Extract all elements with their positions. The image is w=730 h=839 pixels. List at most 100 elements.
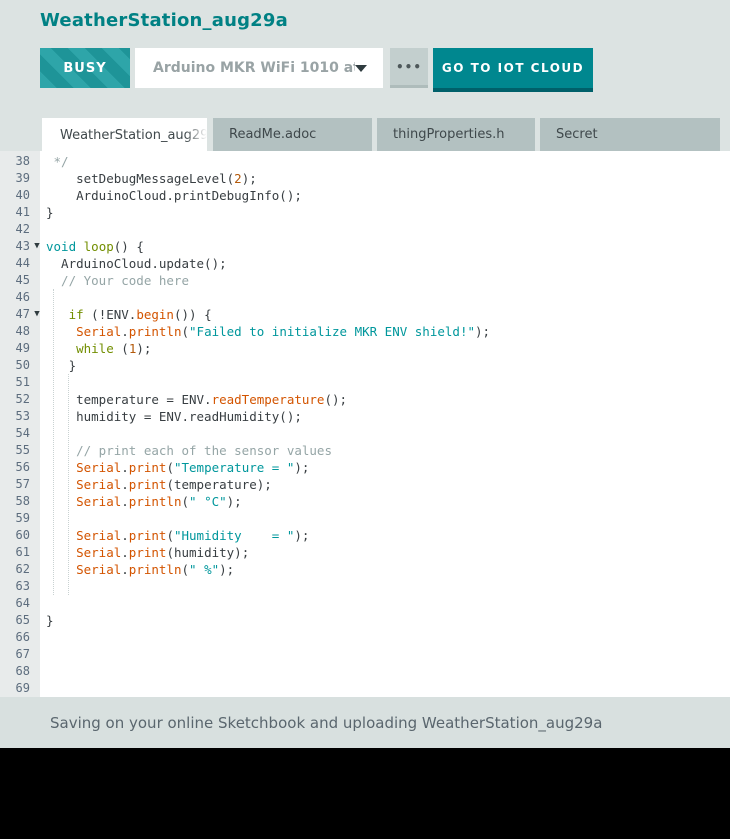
tab-label: thingProperties.h <box>377 127 505 142</box>
code-text: } <box>44 204 730 221</box>
fold-column <box>30 459 44 476</box>
code-line[interactable]: 57 Serial.print(temperature); <box>0 476 730 493</box>
line-number: 62 <box>0 561 30 578</box>
tab-label: WeatherStation_aug29a.i <box>42 128 207 143</box>
code-text: } <box>44 612 730 629</box>
fold-arrow-icon[interactable]: ▼ <box>30 238 44 255</box>
code-text: */ <box>44 153 730 170</box>
fold-arrow-icon[interactable]: ▼ <box>30 306 44 323</box>
fold-column <box>30 357 44 374</box>
tab-label: Secret <box>540 127 598 142</box>
code-text <box>44 510 730 527</box>
fold-column <box>30 493 44 510</box>
code-line[interactable]: 53 humidity = ENV.readHumidity(); <box>0 408 730 425</box>
code-editor[interactable]: 38 */39 setDebugMessageLevel(2);40 Ardui… <box>0 151 730 697</box>
code-line[interactable]: 58 Serial.println(" °C"); <box>0 493 730 510</box>
tab-readme-adoc[interactable]: ReadMe.adoc <box>213 118 372 151</box>
code-line[interactable]: 44 ArduinoCloud.update(); <box>0 255 730 272</box>
device-select-dropdown[interactable]: Arduino MKR WiFi 1010 at C... <box>135 48 383 88</box>
fold-column <box>30 391 44 408</box>
tab-thingproperties-h[interactable]: thingProperties.h <box>377 118 535 151</box>
code-line[interactable]: 46 <box>0 289 730 306</box>
code-line[interactable]: 43▼void loop() { <box>0 238 730 255</box>
line-number: 61 <box>0 544 30 561</box>
code-line[interactable]: 50 } <box>0 357 730 374</box>
code-line[interactable]: 48 Serial.println("Failed to initialize … <box>0 323 730 340</box>
line-number: 49 <box>0 340 30 357</box>
code-line[interactable]: 65} <box>0 612 730 629</box>
line-number: 63 <box>0 578 30 595</box>
code-line[interactable]: 63 <box>0 578 730 595</box>
fold-column <box>30 629 44 646</box>
line-number: 59 <box>0 510 30 527</box>
line-number: 53 <box>0 408 30 425</box>
code-line[interactable]: 55 // print each of the sensor values <box>0 442 730 459</box>
code-line[interactable]: 61 Serial.print(humidity); <box>0 544 730 561</box>
code-text <box>44 425 730 442</box>
fold-column <box>30 170 44 187</box>
line-number: 66 <box>0 629 30 646</box>
code-line[interactable]: 54 <box>0 425 730 442</box>
code-text: Serial.println(" %"); <box>44 561 730 578</box>
code-line[interactable]: 56 Serial.print("Temperature = "); <box>0 459 730 476</box>
fold-column <box>30 646 44 663</box>
line-number: 65 <box>0 612 30 629</box>
tab-weatherstation-aug29a-i[interactable]: WeatherStation_aug29a.i <box>42 118 207 152</box>
code-line[interactable]: 64 <box>0 595 730 612</box>
code-text <box>44 595 730 612</box>
line-number: 58 <box>0 493 30 510</box>
code-line[interactable]: 40 ArduinoCloud.printDebugInfo(); <box>0 187 730 204</box>
code-text: setDebugMessageLevel(2); <box>44 170 730 187</box>
code-line[interactable]: 67 <box>0 646 730 663</box>
fold-column <box>30 476 44 493</box>
fold-column <box>30 527 44 544</box>
code-text: } <box>44 357 730 374</box>
line-number: 44 <box>0 255 30 272</box>
code-text: Serial.println(" °C"); <box>44 493 730 510</box>
code-line[interactable]: 68 <box>0 663 730 680</box>
fold-column <box>30 408 44 425</box>
busy-status-button[interactable]: BUSY <box>40 48 130 88</box>
line-number: 40 <box>0 187 30 204</box>
code-line[interactable]: 66 <box>0 629 730 646</box>
code-line[interactable]: 51 <box>0 374 730 391</box>
status-message: Saving on your online Sketchbook and upl… <box>0 714 602 732</box>
code-line[interactable]: 39 setDebugMessageLevel(2); <box>0 170 730 187</box>
code-text: if (!ENV.begin()) { <box>44 306 730 323</box>
fold-column <box>30 255 44 272</box>
tab-secret[interactable]: Secret <box>540 118 720 151</box>
code-line[interactable]: 45 // Your code here <box>0 272 730 289</box>
iot-cloud-label: GO TO IOT CLOUD <box>442 61 584 75</box>
more-options-button[interactable]: ••• <box>390 48 428 88</box>
code-line[interactable]: 69 <box>0 680 730 697</box>
line-number: 46 <box>0 289 30 306</box>
code-line[interactable]: 60 Serial.print("Humidity = "); <box>0 527 730 544</box>
fold-column <box>30 272 44 289</box>
code-text: while (1); <box>44 340 730 357</box>
code-line[interactable]: 42 <box>0 221 730 238</box>
code-text <box>44 629 730 646</box>
arduino-web-editor: WeatherStation_aug29a BUSY Arduino MKR W… <box>0 0 730 839</box>
code-line[interactable]: 41} <box>0 204 730 221</box>
line-number: 52 <box>0 391 30 408</box>
line-number: 68 <box>0 663 30 680</box>
code-text: Serial.print("Humidity = "); <box>44 527 730 544</box>
code-line[interactable]: 62 Serial.println(" %"); <box>0 561 730 578</box>
code-text: Serial.print("Temperature = "); <box>44 459 730 476</box>
code-text <box>44 374 730 391</box>
code-line[interactable]: 49 while (1); <box>0 340 730 357</box>
code-line[interactable]: 47▼ if (!ENV.begin()) { <box>0 306 730 323</box>
go-to-iot-cloud-button[interactable]: GO TO IOT CLOUD <box>433 48 593 92</box>
code-lines: 38 */39 setDebugMessageLevel(2);40 Ardui… <box>0 153 730 697</box>
fold-column <box>30 578 44 595</box>
console-panel <box>0 748 730 839</box>
code-line[interactable]: 59 <box>0 510 730 527</box>
line-number: 45 <box>0 272 30 289</box>
code-line[interactable]: 52 temperature = ENV.readTemperature(); <box>0 391 730 408</box>
code-text: Serial.print(temperature); <box>44 476 730 493</box>
code-line[interactable]: 38 */ <box>0 153 730 170</box>
page-title: WeatherStation_aug29a <box>40 10 288 31</box>
line-number: 60 <box>0 527 30 544</box>
line-number: 57 <box>0 476 30 493</box>
code-text <box>44 646 730 663</box>
